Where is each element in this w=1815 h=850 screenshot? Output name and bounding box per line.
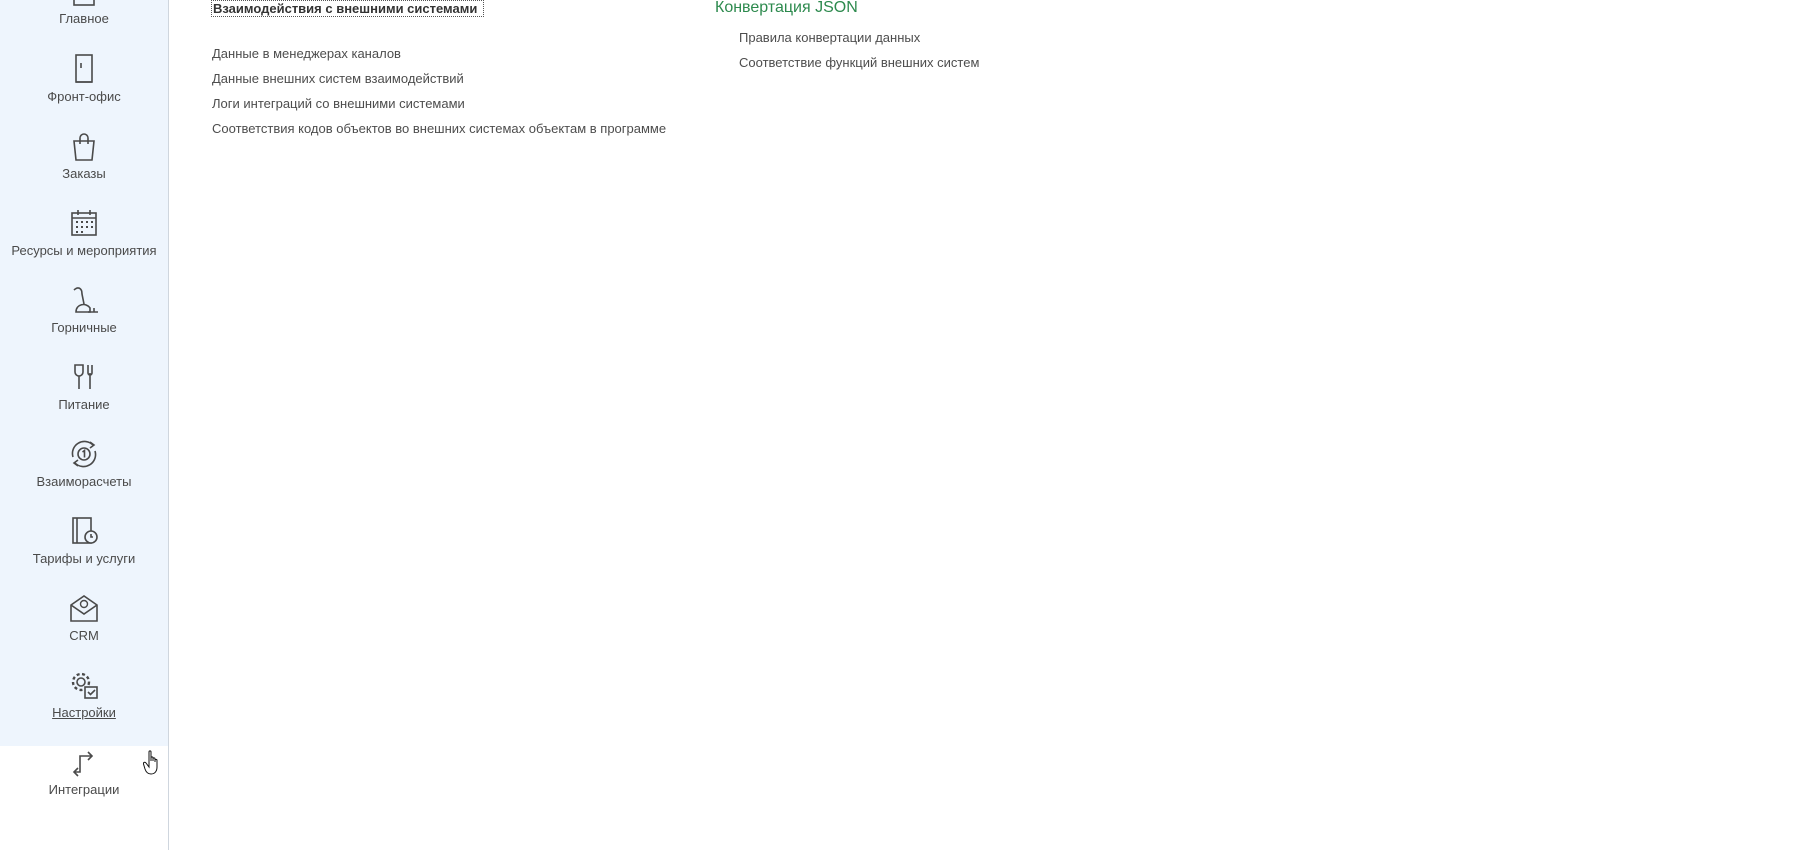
sidebar-item-resources[interactable]: Ресурсы и мероприятия	[0, 207, 168, 288]
sidebar: Главное Фронт-офис Заказы Ресурсы и меро…	[0, 0, 169, 850]
link-conversion-rules[interactable]: Правила конвертации данных	[739, 30, 920, 45]
home-icon	[73, 0, 95, 6]
section-title[interactable]: Взаимодействия с внешними системами	[211, 0, 485, 17]
group-title-json-conversion: Конвертация JSON	[715, 0, 858, 16]
sidebar-item-label: Главное	[59, 11, 109, 26]
hand-cursor-icon	[143, 750, 158, 775]
sidebar-item-label: CRM	[69, 628, 99, 643]
sidebar-item-label: Фронт-офис	[47, 89, 121, 104]
sidebar-item-front-office[interactable]: Фронт-офис	[0, 53, 168, 134]
integration-arrows-icon	[72, 751, 94, 777]
sidebar-item-crm[interactable]: CRM	[0, 592, 168, 673]
sidebar-item-label: Интеграции	[48, 782, 120, 797]
calendar-icon	[71, 210, 97, 236]
link-object-code-mapping[interactable]: Соответствия кодов объектов во внешних с…	[212, 121, 666, 136]
tariff-icon	[72, 517, 98, 544]
app-window: Главное Фронт-офис Заказы Ресурсы и меро…	[0, 0, 1815, 850]
door-icon	[75, 54, 93, 83]
sidebar-item-settlements[interactable]: Взаиморасчеты	[0, 438, 168, 519]
vacuum-cleaner-icon	[73, 287, 98, 313]
sidebar-item-label: Тарифы и услуги	[32, 551, 136, 566]
sidebar-item-label: Питание	[58, 397, 110, 412]
sidebar-item-label: Ресурсы и мероприятия	[11, 243, 157, 258]
sidebar-item-main[interactable]: Главное	[0, 0, 168, 56]
link-external-function-mapping[interactable]: Соответствие функций внешних систем	[739, 55, 979, 70]
link-channel-manager-data[interactable]: Данные в менеджерах каналов	[212, 46, 401, 61]
sidebar-item-label: Взаиморасчеты	[36, 474, 132, 489]
sidebar-item-label: Горничные	[51, 320, 117, 335]
sidebar-item-food[interactable]: Питание	[0, 361, 168, 442]
sidebar-item-housekeeping[interactable]: Горничные	[0, 284, 168, 365]
sidebar-item-tariffs[interactable]: Тарифы и услуги	[0, 515, 168, 596]
sidebar-item-label: Заказы	[62, 166, 106, 181]
link-external-systems-data[interactable]: Данные внешних систем взаимодействий	[212, 71, 464, 86]
settings-gear-icon	[71, 672, 98, 699]
sidebar-item-orders[interactable]: Заказы	[0, 130, 168, 211]
main-content: Взаимодействия с внешними системами Данн…	[169, 0, 1815, 850]
shopping-bag-icon	[73, 133, 95, 161]
sidebar-item-settings[interactable]: Настройки	[0, 669, 168, 750]
sidebar-item-label: Настройки	[52, 705, 116, 720]
link-integration-logs[interactable]: Логи интеграций со внешними системами	[212, 96, 465, 111]
food-icon	[74, 364, 93, 389]
crm-envelope-icon	[70, 595, 98, 622]
settlement-cycle-icon	[71, 440, 97, 468]
